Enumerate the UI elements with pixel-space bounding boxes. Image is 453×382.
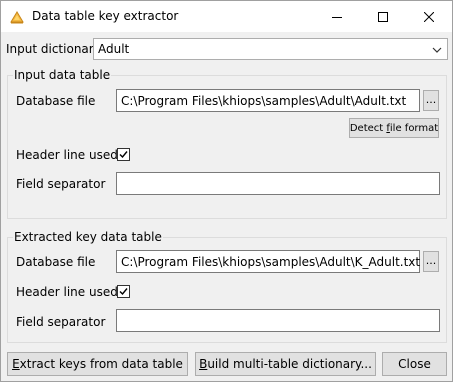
- input-dictionary-select[interactable]: Adult: [93, 38, 448, 60]
- detect-suffix: ile format: [389, 122, 439, 134]
- input-data-table-title: Input data table: [13, 68, 112, 82]
- input-database-file-label: Database file: [16, 94, 96, 108]
- extracted-browse-button[interactable]: ...: [423, 251, 439, 272]
- extracted-field-separator-label: Field separator: [16, 315, 106, 329]
- input-browse-button[interactable]: ...: [423, 90, 439, 111]
- khiops-app-icon: [9, 9, 25, 25]
- extract-accel: E: [12, 357, 20, 371]
- extracted-header-line-label: Header line used: [16, 285, 118, 299]
- extract-rest: xtract keys from data table: [19, 357, 183, 371]
- build-multi-table-dictionary-button[interactable]: Build multi-table dictionary...: [195, 352, 376, 376]
- extracted-field-separator-field[interactable]: [116, 309, 440, 332]
- minimize-icon: [332, 16, 342, 18]
- maximize-button[interactable]: [360, 1, 406, 32]
- extracted-header-line-checkbox[interactable]: [117, 285, 130, 298]
- title-bar: Data table key extractor: [1, 1, 452, 32]
- input-field-separator-field[interactable]: [116, 172, 440, 195]
- chevron-down-icon: [432, 47, 442, 53]
- input-database-file-value: C:\Program Files\khiops\samples\Adult\Ad…: [121, 94, 407, 108]
- maximize-icon: [378, 11, 388, 22]
- extracted-database-file-label: Database file: [16, 255, 96, 269]
- minimize-button[interactable]: [314, 1, 360, 32]
- input-database-file-field[interactable]: C:\Program Files\khiops\samples\Adult\Ad…: [116, 89, 420, 112]
- input-field-separator-label: Field separator: [16, 177, 106, 191]
- extracted-key-data-table-title: Extracted key data table: [13, 230, 163, 244]
- window-title: Data table key extractor: [32, 9, 179, 23]
- close-window-button[interactable]: [406, 1, 452, 32]
- input-header-line-checkbox[interactable]: [117, 148, 130, 161]
- build-rest: uild multi-table dictionary...: [207, 357, 372, 371]
- detect-file-format-button[interactable]: Detect f ile format: [349, 118, 439, 138]
- extract-keys-button[interactable]: Extract keys from data table: [7, 352, 188, 376]
- extracted-database-file-field[interactable]: C:\Program Files\khiops\samples\Adult\K_…: [116, 250, 420, 273]
- input-dictionary-value: Adult: [98, 42, 130, 56]
- checkmark-icon: [119, 288, 128, 296]
- close-icon: [424, 11, 434, 22]
- input-header-line-label: Header line used: [16, 148, 118, 162]
- extracted-database-file-value: C:\Program Files\khiops\samples\Adult\K_…: [121, 255, 421, 269]
- detect-prefix: Detect: [349, 122, 387, 134]
- build-accel: B: [199, 357, 208, 371]
- dialog-window: Data table key extractor Input dictionar…: [0, 0, 453, 382]
- checkmark-icon: [119, 151, 128, 159]
- close-button[interactable]: Close: [382, 352, 447, 376]
- input-dictionary-label: Input dictionary: [6, 42, 101, 56]
